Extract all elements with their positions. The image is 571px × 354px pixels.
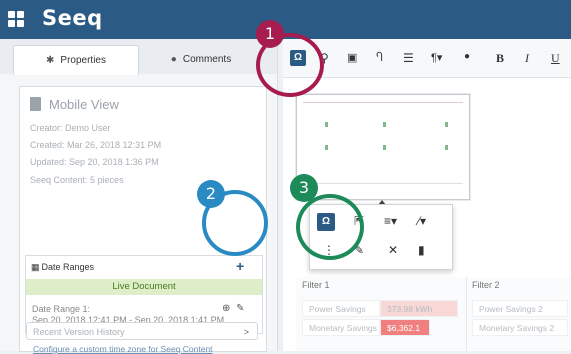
document-created: Created: Mar 26, 2018 12:31 PM bbox=[30, 140, 162, 150]
power-savings-2-label: Power Savings 2 bbox=[472, 300, 568, 317]
calendar-icon: ▦ bbox=[31, 262, 40, 272]
power-savings-label: Power Savings bbox=[302, 300, 380, 317]
tab-properties-label: Properties bbox=[60, 55, 106, 66]
italic-button[interactable]: I bbox=[525, 51, 529, 66]
document-title: Mobile View bbox=[49, 97, 119, 112]
app-logo: Seeq bbox=[42, 6, 103, 30]
heading-icon[interactable]: Ⴄ bbox=[376, 51, 383, 64]
seeq-content-image[interactable] bbox=[296, 94, 470, 200]
annotation-badge-2: 2 bbox=[197, 180, 225, 208]
chart-marker bbox=[383, 145, 386, 150]
filter-divider bbox=[466, 277, 467, 351]
document-title-row: Mobile View bbox=[30, 97, 119, 112]
magic-wand-icon[interactable]: ⁄▾ bbox=[418, 214, 426, 228]
bold-button[interactable]: B bbox=[496, 51, 504, 66]
tab-properties[interactable]: ✱ Properties bbox=[13, 45, 139, 75]
live-document-banner: Live Document bbox=[26, 279, 262, 295]
date-ranges-header: ▦ Date Ranges bbox=[31, 262, 94, 273]
date-range-actions: ⊕ ✎ bbox=[222, 303, 245, 314]
delete-icon[interactable]: ▮ bbox=[418, 243, 425, 257]
power-savings-value: 373.98 kWh bbox=[380, 300, 458, 317]
chart-axis bbox=[303, 183, 463, 184]
comment-icon: ● bbox=[170, 54, 177, 65]
document-creator: Creator: Demo User bbox=[30, 123, 111, 133]
recent-version-history-button[interactable]: Recent Version History > bbox=[26, 322, 258, 340]
align-dropdown-icon[interactable]: ≡▾ bbox=[384, 214, 397, 228]
date-range-name: Date Range 1: bbox=[32, 304, 91, 314]
chevron-right-icon: > bbox=[243, 327, 249, 337]
expand-icon[interactable]: ✕ bbox=[388, 243, 398, 257]
underline-button[interactable]: U bbox=[551, 51, 560, 66]
monetary-savings-value: $6,362.1 bbox=[380, 319, 430, 336]
date-ranges-title: Date Ranges bbox=[41, 262, 95, 272]
ink-icon[interactable]: ● bbox=[464, 51, 470, 62]
paragraph-format-button[interactable]: ¶▾ bbox=[431, 51, 442, 64]
filter-1-header: Filter 1 bbox=[302, 280, 330, 290]
tab-comments-label: Comments bbox=[182, 54, 232, 65]
document-seeq-content: Seeq Content: 5 pieces bbox=[30, 175, 124, 185]
image-icon[interactable]: ▣ bbox=[347, 51, 357, 64]
chart-marker bbox=[325, 122, 328, 127]
monetary-savings-2-label: Monetary Savings 2 bbox=[472, 319, 568, 336]
chart-marker bbox=[383, 122, 386, 127]
tab-comments[interactable]: ● Comments bbox=[140, 45, 262, 74]
annotation-ring-3 bbox=[296, 194, 364, 260]
panel-tabs: ✱ Properties ● Comments bbox=[0, 39, 277, 75]
monetary-savings-label: Monetary Savings bbox=[302, 319, 380, 336]
filters-table: Filter 1 Filter 2 Power Savings 373.98 k… bbox=[296, 277, 571, 351]
annotation-badge-3: 3 bbox=[290, 174, 318, 202]
horizontal-rule-icon[interactable]: ☰ bbox=[403, 51, 414, 65]
annotation-badge-1: 1 bbox=[256, 20, 284, 48]
editor-toolbar: Ω ⚲ ▣ Ⴄ ☰ ¶▾ ● B I U bbox=[283, 39, 571, 78]
recent-version-history-label: Recent Version History bbox=[33, 327, 125, 337]
document-updated: Updated: Sep 20, 2018 1:36 PM bbox=[30, 157, 159, 167]
add-date-range-button[interactable]: + bbox=[236, 258, 244, 274]
gear-icon: ✱ bbox=[46, 55, 55, 66]
app-grid-icon[interactable] bbox=[8, 11, 24, 27]
info-icon[interactable]: ⊕ bbox=[222, 303, 230, 314]
edit-icon[interactable]: ✎ bbox=[236, 303, 244, 314]
chart-marker bbox=[445, 145, 448, 150]
chart-marker bbox=[445, 122, 448, 127]
chart-marker bbox=[325, 145, 328, 150]
filter-2-header: Filter 2 bbox=[472, 280, 500, 290]
document-icon bbox=[30, 97, 41, 111]
chart-trend-line bbox=[303, 102, 463, 103]
configure-timezone-link[interactable]: Configure a custom time zone for Seeq Co… bbox=[33, 344, 213, 354]
